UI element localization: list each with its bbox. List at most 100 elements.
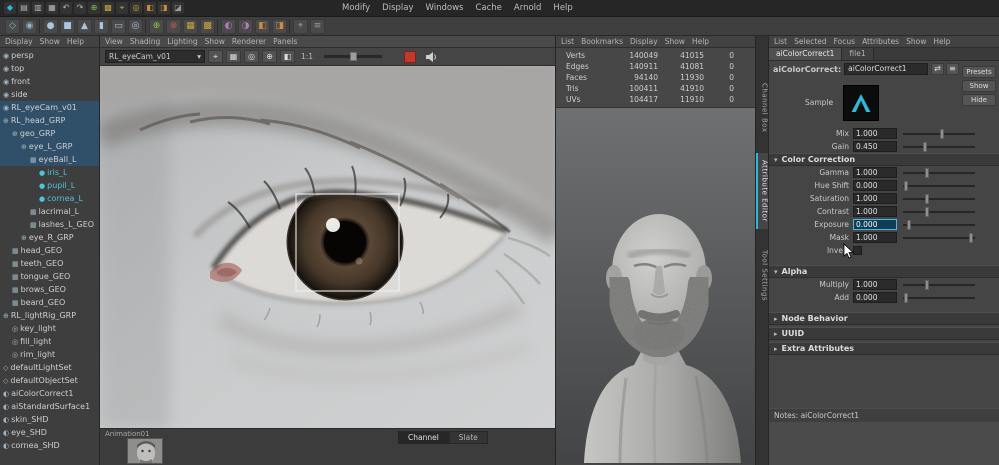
outliner-item[interactable]: ◇ defaultObjectSet	[0, 374, 99, 387]
outliner-item[interactable]: ⊕ geo_GRP	[0, 127, 99, 140]
center-pivot-icon[interactable]: ⌖	[208, 50, 223, 63]
open-scene-icon[interactable]: ▥	[32, 2, 44, 14]
outliner-item[interactable]: ● pupil_L	[0, 179, 99, 192]
multicut-icon[interactable]: ▦	[183, 19, 198, 34]
outliner-item[interactable]: ⊕ RL_head_GRP	[0, 114, 99, 127]
invert-checkbox[interactable]	[853, 246, 862, 255]
midpanel-menu-item[interactable]: Bookmarks	[581, 36, 623, 48]
speaker-icon[interactable]	[425, 52, 437, 62]
outliner-item[interactable]: ● cornea_L	[0, 192, 99, 205]
snap-toggle-icon[interactable]: ⊕	[262, 50, 277, 63]
attribute-slider[interactable]	[903, 211, 975, 213]
attribute-slider[interactable]	[903, 297, 975, 299]
model-viewport[interactable]	[556, 108, 755, 463]
select-mask-icon[interactable]: ⊕	[88, 2, 100, 14]
outliner-item[interactable]: ◐ aiColorCorrect1	[0, 387, 99, 400]
render-settings-icon[interactable]: ◪	[172, 2, 184, 14]
attribute-value-field[interactable]: 1.000	[853, 206, 897, 217]
review-tab[interactable]: Channel	[398, 431, 449, 444]
combine-icon[interactable]: ⊕	[149, 19, 164, 34]
sidebar-vertical-tab[interactable]: Attribute Editor	[756, 153, 769, 229]
menu-item[interactable]: Windows	[420, 0, 470, 17]
attribute-value-field[interactable]: 1.000	[853, 279, 897, 290]
viewport-menu-item[interactable]: View	[105, 36, 123, 48]
attribute-slider[interactable]	[903, 133, 975, 135]
separator[interactable]	[39, 19, 41, 34]
ae-node-tab[interactable]: file1	[842, 48, 873, 60]
attribute-slider[interactable]	[903, 237, 975, 239]
outliner-item[interactable]: ◎ rim_light	[0, 348, 99, 361]
slider-handle[interactable]	[904, 293, 908, 303]
lighting-toggle-icon[interactable]: ◎	[244, 50, 259, 63]
menu-item[interactable]: Modify	[336, 0, 376, 17]
viewport-menu-item[interactable]: Shading	[130, 36, 160, 48]
texture-icon[interactable]: ◑	[238, 19, 253, 34]
menu-item[interactable]: Help	[547, 0, 578, 17]
grid-toggle-icon[interactable]: ▦	[226, 50, 241, 63]
attribute-value-field[interactable]: 0.000	[853, 180, 897, 191]
slider-handle[interactable]	[940, 129, 944, 139]
outliner-item[interactable]: ▦ head_GEO	[0, 244, 99, 257]
separator[interactable]	[217, 19, 219, 34]
exposure-toggle-icon[interactable]: ◧	[280, 50, 295, 63]
midpanel-menu-item[interactable]: List	[561, 36, 574, 48]
outliner-item[interactable]: ▦ brows_GEO	[0, 283, 99, 296]
outliner-item[interactable]: ◉ top	[0, 62, 99, 75]
input-connections-icon[interactable]: ⇄	[931, 63, 944, 75]
separator[interactable]	[289, 19, 291, 34]
slider-handle[interactable]	[969, 233, 973, 243]
ae-menu-item[interactable]: Help	[933, 36, 950, 48]
ae-menu-item[interactable]: Selected	[794, 36, 827, 48]
midpanel-menu-item[interactable]: Help	[692, 36, 709, 48]
sidebar-vertical-tab[interactable]: Channel Box	[756, 76, 769, 139]
output-connections-icon[interactable]: ≡	[946, 63, 959, 75]
zoom-ratio-button[interactable]: 1:1	[298, 52, 316, 61]
viewport-menu-item[interactable]: Lighting	[167, 36, 197, 48]
ae-menu-item[interactable]: List	[774, 36, 787, 48]
curve-tool-icon[interactable]: ◇	[5, 19, 20, 34]
undo-icon[interactable]: ↶	[60, 2, 72, 14]
outliner-item[interactable]: ◉ RL_eyeCam_v01	[0, 101, 99, 114]
outliner-item[interactable]: ◎ fill_light	[0, 335, 99, 348]
node-name-field[interactable]: aiColorCorrect1	[844, 63, 928, 75]
material-icon[interactable]: ◐	[221, 19, 236, 34]
camera-select[interactable]: RL_eyeCam_v01 ▾	[105, 50, 205, 63]
separator[interactable]	[145, 19, 147, 34]
viewport-menu-item[interactable]: Show	[205, 36, 225, 48]
attribute-value-field[interactable]: 1.000	[853, 232, 897, 243]
attribute-slider[interactable]	[903, 224, 975, 226]
material-swatch[interactable]	[843, 85, 879, 121]
redo-icon[interactable]: ↷	[74, 2, 86, 14]
midpanel-menu-item[interactable]: Show	[665, 36, 685, 48]
snap-curve-icon[interactable]: ◎	[130, 2, 142, 14]
render-frame-icon[interactable]: ◧	[144, 2, 156, 14]
slider-handle[interactable]	[925, 207, 929, 217]
notes-field[interactable]	[769, 422, 999, 465]
poly-cube-icon[interactable]: ■	[60, 19, 75, 34]
poly-cone-icon[interactable]: ▲	[77, 19, 92, 34]
outliner-item[interactable]: ◐ eye_SHD	[0, 426, 99, 439]
slider-handle[interactable]	[925, 280, 929, 290]
attribute-slider[interactable]	[903, 146, 975, 148]
menu-item[interactable]: Arnold	[508, 0, 548, 17]
menu-item[interactable]: Display	[376, 0, 419, 17]
aim-icon[interactable]: ⌖	[293, 19, 308, 34]
poly-torus-icon[interactable]: ◎	[128, 19, 143, 34]
table-row[interactable]: Tris 100411 41910 0	[556, 83, 755, 94]
ae-node-tab[interactable]: aiColorCorrect1	[769, 48, 842, 60]
table-row[interactable]: Faces 94140 11930 0	[556, 72, 755, 83]
attribute-value-field[interactable]: 1.000	[853, 193, 897, 204]
attribute-slider[interactable]	[903, 198, 975, 200]
snap-grid-icon[interactable]: ▩	[102, 2, 114, 14]
outliner-menu-item[interactable]: Help	[67, 36, 84, 48]
collapsed-section-bar[interactable]: ▸ Extra Attributes	[769, 342, 999, 355]
slider-handle[interactable]	[925, 194, 929, 204]
outliner-item[interactable]: ● iris_L	[0, 166, 99, 179]
separate-icon[interactable]: ⊗	[166, 19, 181, 34]
collapsed-section-bar[interactable]: ▸ UUID	[769, 327, 999, 340]
attribute-slider[interactable]	[903, 284, 975, 286]
midpanel-menu-item[interactable]: Display	[630, 36, 658, 48]
poly-plane-icon[interactable]: ▭	[111, 19, 126, 34]
attribute-slider[interactable]	[903, 185, 975, 187]
outliner-item[interactable]: ◉ front	[0, 75, 99, 88]
